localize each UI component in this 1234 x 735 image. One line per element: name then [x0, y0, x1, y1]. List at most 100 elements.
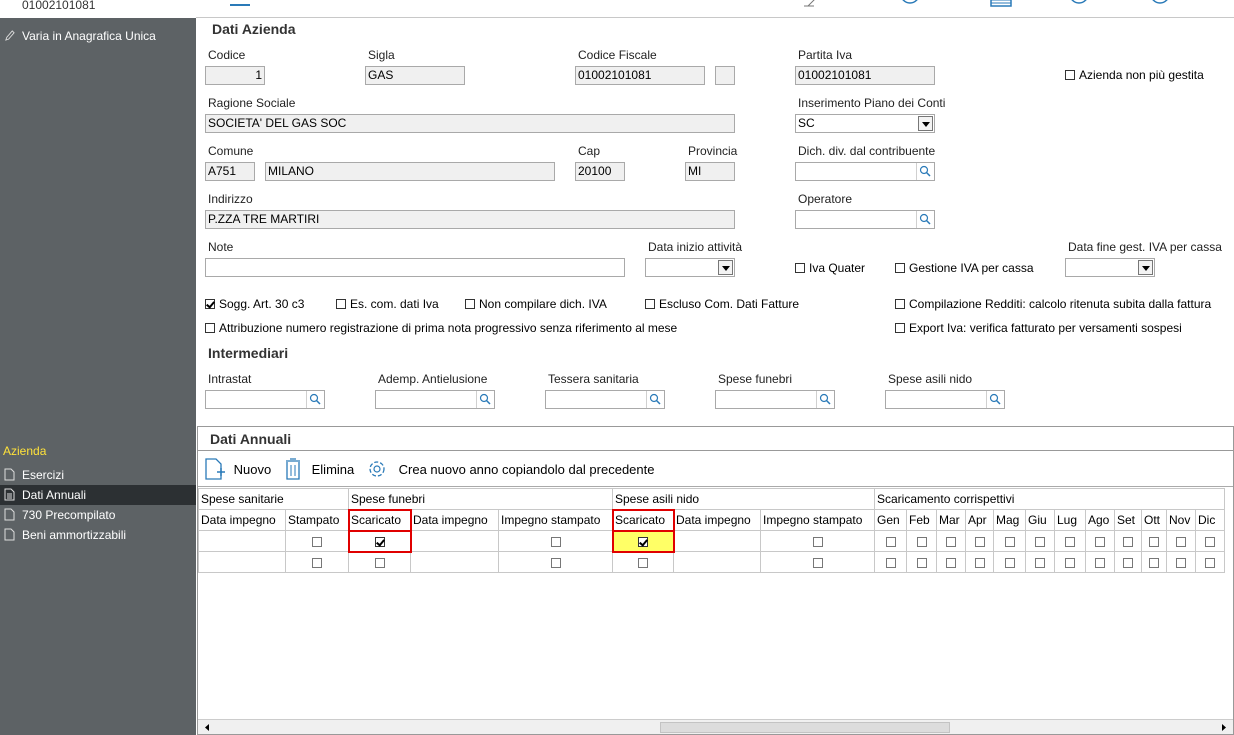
checkbox[interactable] [974, 557, 985, 568]
col-month[interactable]: Giu [1025, 509, 1055, 531]
cell-impegno-stampato[interactable] [498, 530, 613, 552]
cell-month[interactable] [874, 530, 907, 552]
checkbox-box[interactable] [205, 323, 215, 333]
checkbox[interactable] [1205, 536, 1215, 547]
checkbox[interactable] [1004, 557, 1015, 568]
iva-quater-checkbox[interactable]: Iva Quater [795, 262, 865, 275]
tessera-sanitaria-lookup[interactable] [545, 390, 665, 409]
checkbox[interactable] [1149, 557, 1159, 568]
intrastat-lookup[interactable] [205, 390, 325, 409]
cell-impegno-stampato[interactable] [760, 530, 875, 552]
partita-iva-field[interactable]: 01002101081 [795, 66, 935, 85]
codice-field[interactable]: 1 [205, 66, 265, 85]
cell-month[interactable] [993, 530, 1026, 552]
menu-icon[interactable] [230, 0, 250, 8]
search-button[interactable] [916, 211, 934, 228]
data-inizio-select[interactable] [645, 258, 735, 277]
codice-fiscale-extra-field[interactable] [715, 66, 735, 85]
cell-month[interactable] [936, 551, 966, 573]
checkbox-box[interactable] [895, 323, 905, 333]
checkbox-box[interactable] [895, 299, 905, 309]
checkbox[interactable] [1149, 536, 1159, 547]
edit-icon[interactable] [802, 0, 824, 8]
checkbox[interactable] [812, 536, 823, 547]
cell-month[interactable] [1025, 530, 1055, 552]
checkbox[interactable] [374, 557, 385, 568]
nuovo-button[interactable]: Nuovo [204, 457, 271, 481]
checkbox[interactable] [946, 536, 956, 547]
col-scaricato-asili[interactable]: Scaricato [611, 508, 675, 532]
sidebar-item-esercizi[interactable]: Esercizi [0, 465, 196, 485]
cell-month[interactable] [1054, 551, 1086, 573]
dich-div-lookup[interactable] [795, 162, 935, 181]
attribuzione-numero-checkbox[interactable]: Attribuzione numero registrazione di pri… [205, 322, 677, 335]
checkbox-box[interactable] [795, 263, 805, 273]
chevron-down-icon[interactable] [718, 260, 733, 275]
sidebar-item-beni-ammortizzabili[interactable]: Beni ammortizzabili [0, 525, 196, 545]
info-icon[interactable] [1068, 0, 1090, 6]
cell-impegno-stampato[interactable] [498, 551, 613, 573]
non-compilare-dich-iva-checkbox[interactable]: Non compilare dich. IVA [465, 298, 607, 311]
checkbox-box[interactable] [895, 263, 905, 273]
gestione-iva-checkbox[interactable]: Gestione IVA per cassa [895, 262, 1034, 275]
search-button[interactable] [916, 163, 934, 180]
cell-month[interactable] [1166, 530, 1196, 552]
scrollbar-thumb[interactable] [660, 722, 950, 733]
col-month[interactable]: Lug [1054, 509, 1086, 531]
calendar-icon[interactable] [989, 0, 1013, 8]
cell-month[interactable] [906, 551, 937, 573]
cell-stampato[interactable] [285, 551, 349, 573]
cell-month[interactable] [1195, 530, 1225, 552]
cell-month[interactable] [1166, 551, 1196, 573]
cell-month[interactable] [965, 530, 994, 552]
checkbox[interactable] [974, 536, 985, 547]
codice-fiscale-field[interactable]: 01002101081 [575, 66, 705, 85]
cell-month[interactable] [1085, 551, 1115, 573]
checkbox[interactable] [1035, 536, 1045, 547]
col-data-impegno[interactable]: Data impegno [673, 509, 761, 531]
comune-code-field[interactable]: A751 [205, 162, 255, 181]
help-icon[interactable] [1149, 0, 1171, 6]
checkbox[interactable] [1065, 536, 1075, 547]
export-iva-checkbox[interactable]: Export Iva: verifica fatturato per versa… [895, 322, 1182, 335]
cell-scaricato-funebri[interactable] [348, 551, 411, 573]
checkbox[interactable] [638, 557, 648, 568]
checkbox-box[interactable] [1065, 70, 1075, 80]
checkbox[interactable] [916, 536, 927, 547]
col-impegno-stampato[interactable]: Impegno stampato [498, 509, 613, 531]
sidebar-item-dati-annuali[interactable]: Dati Annuali [0, 485, 196, 505]
cell-data-impegno[interactable] [410, 530, 499, 552]
circle-icon[interactable] [899, 0, 921, 6]
cell-month[interactable] [1054, 530, 1086, 552]
cell-scaricato-funebri[interactable] [347, 529, 412, 553]
chevron-down-icon[interactable] [918, 116, 933, 131]
indirizzo-field[interactable]: P.ZZA TRE MARTIRI [205, 210, 735, 229]
checkbox-box[interactable] [336, 299, 346, 309]
col-month[interactable]: Mar [936, 509, 966, 531]
col-month[interactable]: Nov [1166, 509, 1196, 531]
cell-month[interactable] [1195, 551, 1225, 573]
spese-asili-nido-lookup[interactable] [885, 390, 1005, 409]
data-fine-select[interactable] [1065, 258, 1155, 277]
checkbox[interactable] [812, 557, 823, 568]
compilazione-redditi-checkbox[interactable]: Compilazione Redditi: calcolo ritenuta s… [895, 298, 1211, 311]
cell-impegno-stampato[interactable] [760, 551, 875, 573]
cell-data-impegno[interactable] [198, 530, 286, 552]
crea-nuovo-anno-button[interactable]: Crea nuovo anno copiandolo dal precedent… [365, 457, 655, 481]
sogg-art30-checkbox[interactable]: Sogg. Art. 30 c3 [205, 298, 304, 311]
col-month[interactable]: Feb [906, 509, 937, 531]
cell-data-impegno[interactable] [410, 551, 499, 573]
escluso-com-dati-fatture-checkbox[interactable]: Escluso Com. Dati Fatture [645, 298, 799, 311]
ademp-antielusione-lookup[interactable] [375, 390, 495, 409]
col-data-impegno[interactable]: Data impegno [410, 509, 499, 531]
col-month[interactable]: Set [1114, 509, 1142, 531]
col-month[interactable]: Ott [1141, 509, 1167, 531]
checkbox-checked[interactable] [374, 536, 385, 547]
cap-field[interactable]: 20100 [575, 162, 625, 181]
checkbox[interactable] [312, 557, 322, 568]
spese-funebri-lookup[interactable] [715, 390, 835, 409]
checkbox[interactable] [1123, 557, 1133, 568]
checkbox-checked[interactable] [638, 536, 648, 547]
checkbox[interactable] [312, 536, 322, 547]
search-button[interactable] [646, 391, 664, 408]
